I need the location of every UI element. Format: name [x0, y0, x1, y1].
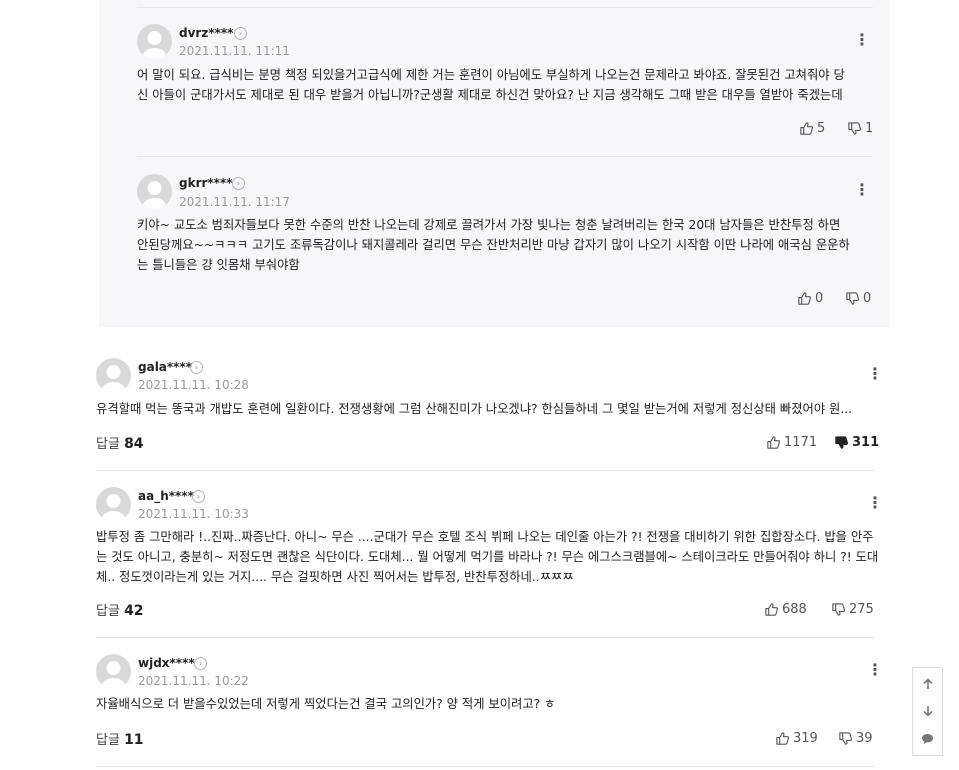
comment-text: 키야~ 교도소 범죄자들보다 못한 수준의 반찬 나오는데 강제로 끌려가서 가…: [137, 215, 850, 275]
divider: [96, 470, 874, 471]
default-avatar-icon: [101, 365, 126, 393]
thumbs-up-icon: [767, 436, 781, 449]
comment-date: 2021.11.11. 10:28: [138, 378, 249, 392]
divider: [96, 766, 874, 767]
comment-text: 밥투정 좀 그만해라 !..진짜..짜증난다. 아니~ 무슨 ....군대가 무…: [96, 527, 878, 587]
reply-count-button[interactable]: 답글 84: [96, 433, 144, 452]
comment-text-line: 는 것도 아니고, 충분히~ 저정도면 괜찮은 식단이다. 도대체... 뭘 어…: [96, 550, 879, 564]
dislike-count: 311: [852, 435, 880, 450]
scroll-down-button[interactable]: [913, 697, 942, 724]
thumbs-down-icon: [846, 292, 860, 305]
comment-text-line: 어 말이 되요. 급식비는 분명 책정 되있을거고급식에 제한 거는 훈련이 아…: [137, 68, 845, 82]
dislike-button[interactable]: 39: [838, 731, 873, 746]
chevron-right-icon[interactable]: ›: [190, 361, 203, 374]
dislike-count: 275: [849, 602, 874, 617]
reply-count: 84: [124, 436, 144, 452]
dislike-count: 0: [863, 291, 872, 306]
scroll-panel: [912, 667, 943, 756]
comment-username[interactable]: gkrr****: [179, 176, 233, 190]
default-avatar-icon: [101, 494, 126, 522]
reply-label: 답글: [96, 604, 120, 619]
comment-username[interactable]: dvrz****: [179, 26, 233, 40]
comment-username[interactable]: aa_h****: [138, 489, 194, 503]
comment-bubble-icon: [922, 733, 933, 744]
divider: [137, 156, 873, 157]
like-count: 688: [782, 602, 807, 617]
comment-text-line: 안된당께요~~ㅋㅋㅋ 고기도 조류독감이나 돼지콜레라 걸리면 무슨 잔반처리반…: [137, 238, 850, 252]
divider: [137, 7, 873, 8]
thumbs-down-icon: [839, 732, 853, 745]
dislike-button[interactable]: 0: [845, 291, 871, 306]
reply-label: 답글: [96, 733, 120, 748]
comment-date: 2021.11.11. 11:17: [179, 195, 290, 209]
thumbs-down-icon: [848, 122, 862, 135]
reply-count-button[interactable]: 답글 11: [96, 729, 144, 748]
thumbs-down-icon: [832, 603, 846, 616]
avatar[interactable]: [96, 487, 131, 522]
like-button[interactable]: 0: [797, 291, 823, 306]
like-button[interactable]: 319: [775, 731, 818, 746]
comment-date: 2021.11.11. 10:22: [138, 674, 249, 688]
thumbs-up-icon: [798, 292, 812, 305]
comment-username[interactable]: wjdx****: [138, 656, 195, 670]
thumbs-down-icon: [835, 436, 849, 449]
reply-count: 11: [124, 732, 144, 748]
more-vertical-icon[interactable]: ⋮: [867, 494, 883, 512]
comment-text-line: 신 아들이 군대가서도 제대로 된 대우 받을거 아닙니까?군생활 제대로 하신…: [137, 88, 843, 102]
comment-text-line: 밥투정 좀 그만해라 !..진짜..짜증난다. 아니~ 무슨 ....군대가 무…: [96, 530, 874, 544]
comment-text-line: 키야~ 교도소 범죄자들보다 못한 수준의 반찬 나오는데 강제로 끌려가서 가…: [137, 218, 841, 232]
comment-text: 유격할때 먹는 똥국과 개밥도 훈련에 일환이다. 전쟁생황에 그럼 산해진미가…: [96, 399, 852, 419]
chevron-right-icon[interactable]: ›: [194, 657, 207, 670]
comment-date: 2021.11.11. 11:11: [179, 44, 290, 58]
default-avatar-icon: [101, 661, 126, 689]
avatar[interactable]: [96, 654, 131, 689]
arrow-down-icon: [922, 705, 933, 717]
scroll-up-button[interactable]: [913, 670, 942, 697]
more-vertical-icon[interactable]: ⋮: [867, 661, 883, 679]
comment-text: 어 말이 되요. 급식비는 분명 책정 되있을거고급식에 제한 거는 훈련이 아…: [137, 65, 845, 105]
more-vertical-icon[interactable]: ⋮: [854, 181, 870, 199]
comment-date: 2021.11.11. 10:33: [138, 507, 249, 521]
comment-text-line: 는 틀니들은 걍 잇몸채 부숴야함: [137, 258, 300, 272]
thumbs-up-icon: [776, 732, 790, 745]
dislike-button[interactable]: 275: [831, 602, 874, 617]
divider: [96, 637, 874, 638]
avatar[interactable]: [96, 358, 131, 393]
like-button[interactable]: 5: [799, 121, 825, 136]
chevron-right-icon[interactable]: ›: [232, 177, 245, 190]
like-count: 319: [793, 731, 818, 746]
more-vertical-icon[interactable]: ⋮: [854, 31, 870, 49]
default-avatar-icon: [142, 31, 167, 59]
like-button[interactable]: 1171: [766, 435, 817, 450]
reply-count: 42: [124, 603, 144, 619]
reply-count-button[interactable]: 답글 42: [96, 600, 144, 619]
like-count: 0: [815, 291, 824, 306]
comment-text-line: 자율배식으로 더 받을수있었는데 저렇게 찍었다는건 결국 고의인가? 양 적게…: [96, 697, 556, 711]
arrow-up-icon: [922, 677, 933, 689]
more-vertical-icon[interactable]: ⋮: [867, 365, 883, 383]
thumbs-up-icon: [800, 122, 814, 135]
like-count: 5: [817, 121, 826, 136]
comment-text-line: 체.. 정도껏이라는게 있는 거지.... 무슨 걸핏하면 사진 찍어서는 밥투…: [96, 570, 574, 584]
default-avatar-icon: [142, 181, 167, 209]
comment-username[interactable]: gala****: [138, 360, 192, 374]
dislike-count: 39: [856, 731, 873, 746]
comment-jump-button[interactable]: [913, 725, 942, 752]
reply-label: 답글: [96, 437, 120, 452]
avatar[interactable]: [137, 174, 172, 209]
thumbs-up-icon: [765, 603, 779, 616]
dislike-count: 1: [865, 121, 874, 136]
like-count: 1171: [784, 435, 818, 450]
comment-text: 자율배식으로 더 받을수있었는데 저렇게 찍었다는건 결국 고의인가? 양 적게…: [96, 694, 555, 714]
dislike-button[interactable]: 1: [847, 121, 873, 136]
chevron-right-icon[interactable]: ›: [234, 27, 247, 40]
dislike-button[interactable]: 311: [834, 435, 879, 450]
chevron-right-icon[interactable]: ›: [192, 490, 205, 503]
comment-text-line: 유격할때 먹는 똥국과 개밥도 훈련에 일환이다. 전쟁생황에 그럼 산해진미가…: [96, 402, 853, 416]
avatar[interactable]: [137, 24, 172, 59]
like-button[interactable]: 688: [764, 602, 807, 617]
